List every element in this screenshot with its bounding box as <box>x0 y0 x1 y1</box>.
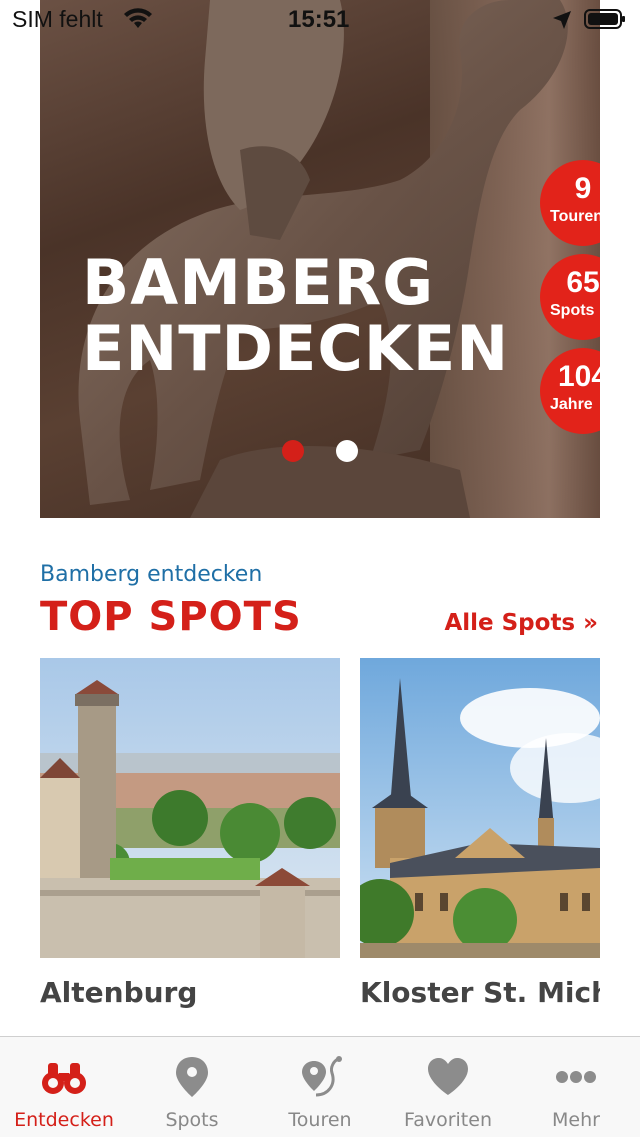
tab-entdecken[interactable]: Entdecken <box>0 1037 128 1137</box>
tab-label: Favoriten <box>404 1109 492 1131</box>
location-arrow-icon <box>553 11 571 29</box>
tab-touren[interactable]: Touren <box>256 1037 384 1137</box>
tab-label: Entdecken <box>14 1109 114 1131</box>
tab-label: Touren <box>288 1109 352 1131</box>
carousel-page-indicator <box>282 440 362 464</box>
tab-label: Spots <box>165 1109 219 1131</box>
spot-card-kloster[interactable]: Kloster St. Michael <box>360 658 600 1009</box>
more-dots-icon <box>556 1071 596 1083</box>
badge-label: Spots <box>550 302 595 319</box>
clock: 15:51 <box>288 6 350 33</box>
all-spots-link[interactable]: Alle Spots » <box>444 610 598 636</box>
spot-image-kloster <box>360 658 600 958</box>
heart-icon <box>428 1058 468 1095</box>
hero-title: BAMBERG ENTDECKEN <box>82 250 509 382</box>
spot-name: Altenburg <box>40 976 198 1009</box>
hero-carousel[interactable]: BAMBERG ENTDECKEN 9 Touren 65 Spots 104 … <box>40 0 600 518</box>
tab-mehr[interactable]: Mehr <box>512 1037 640 1137</box>
status-bar: SIM fehlt 15:51 <box>0 0 640 40</box>
hero-title-line2: ENTDECKEN <box>82 312 510 385</box>
tab-favoriten[interactable]: Favoriten <box>384 1037 512 1137</box>
badge-number: 9 <box>574 172 592 205</box>
tab-label: Mehr <box>552 1109 600 1131</box>
section-subtitle: Bamberg entdecken <box>40 562 263 587</box>
hero-title-line1: BAMBERG <box>82 246 435 319</box>
section-title: TOP SPOTS <box>40 594 302 640</box>
tab-bar: Entdecken Spots Touren Favoriten Mehr <box>0 1036 640 1137</box>
spot-name: Kloster St. Michael <box>360 976 600 1009</box>
map-pin-icon <box>176 1057 208 1097</box>
page-dot-active[interactable] <box>282 440 304 462</box>
binoculars-icon <box>42 1063 86 1094</box>
wifi-icon <box>124 8 152 28</box>
spot-image-altenburg <box>40 658 340 958</box>
badge-number: 104 <box>557 360 600 393</box>
page-dot[interactable] <box>336 440 358 462</box>
battery-icon <box>584 9 625 29</box>
carrier-label: SIM fehlt <box>12 6 103 32</box>
badge-label: Touren <box>550 208 600 225</box>
tab-spots[interactable]: Spots <box>128 1037 256 1137</box>
badge-label: Jahre <box>550 396 593 413</box>
spot-card-altenburg[interactable]: Altenburg <box>40 658 340 1009</box>
route-icon <box>302 1056 342 1097</box>
badge-number: 65 <box>566 266 600 299</box>
